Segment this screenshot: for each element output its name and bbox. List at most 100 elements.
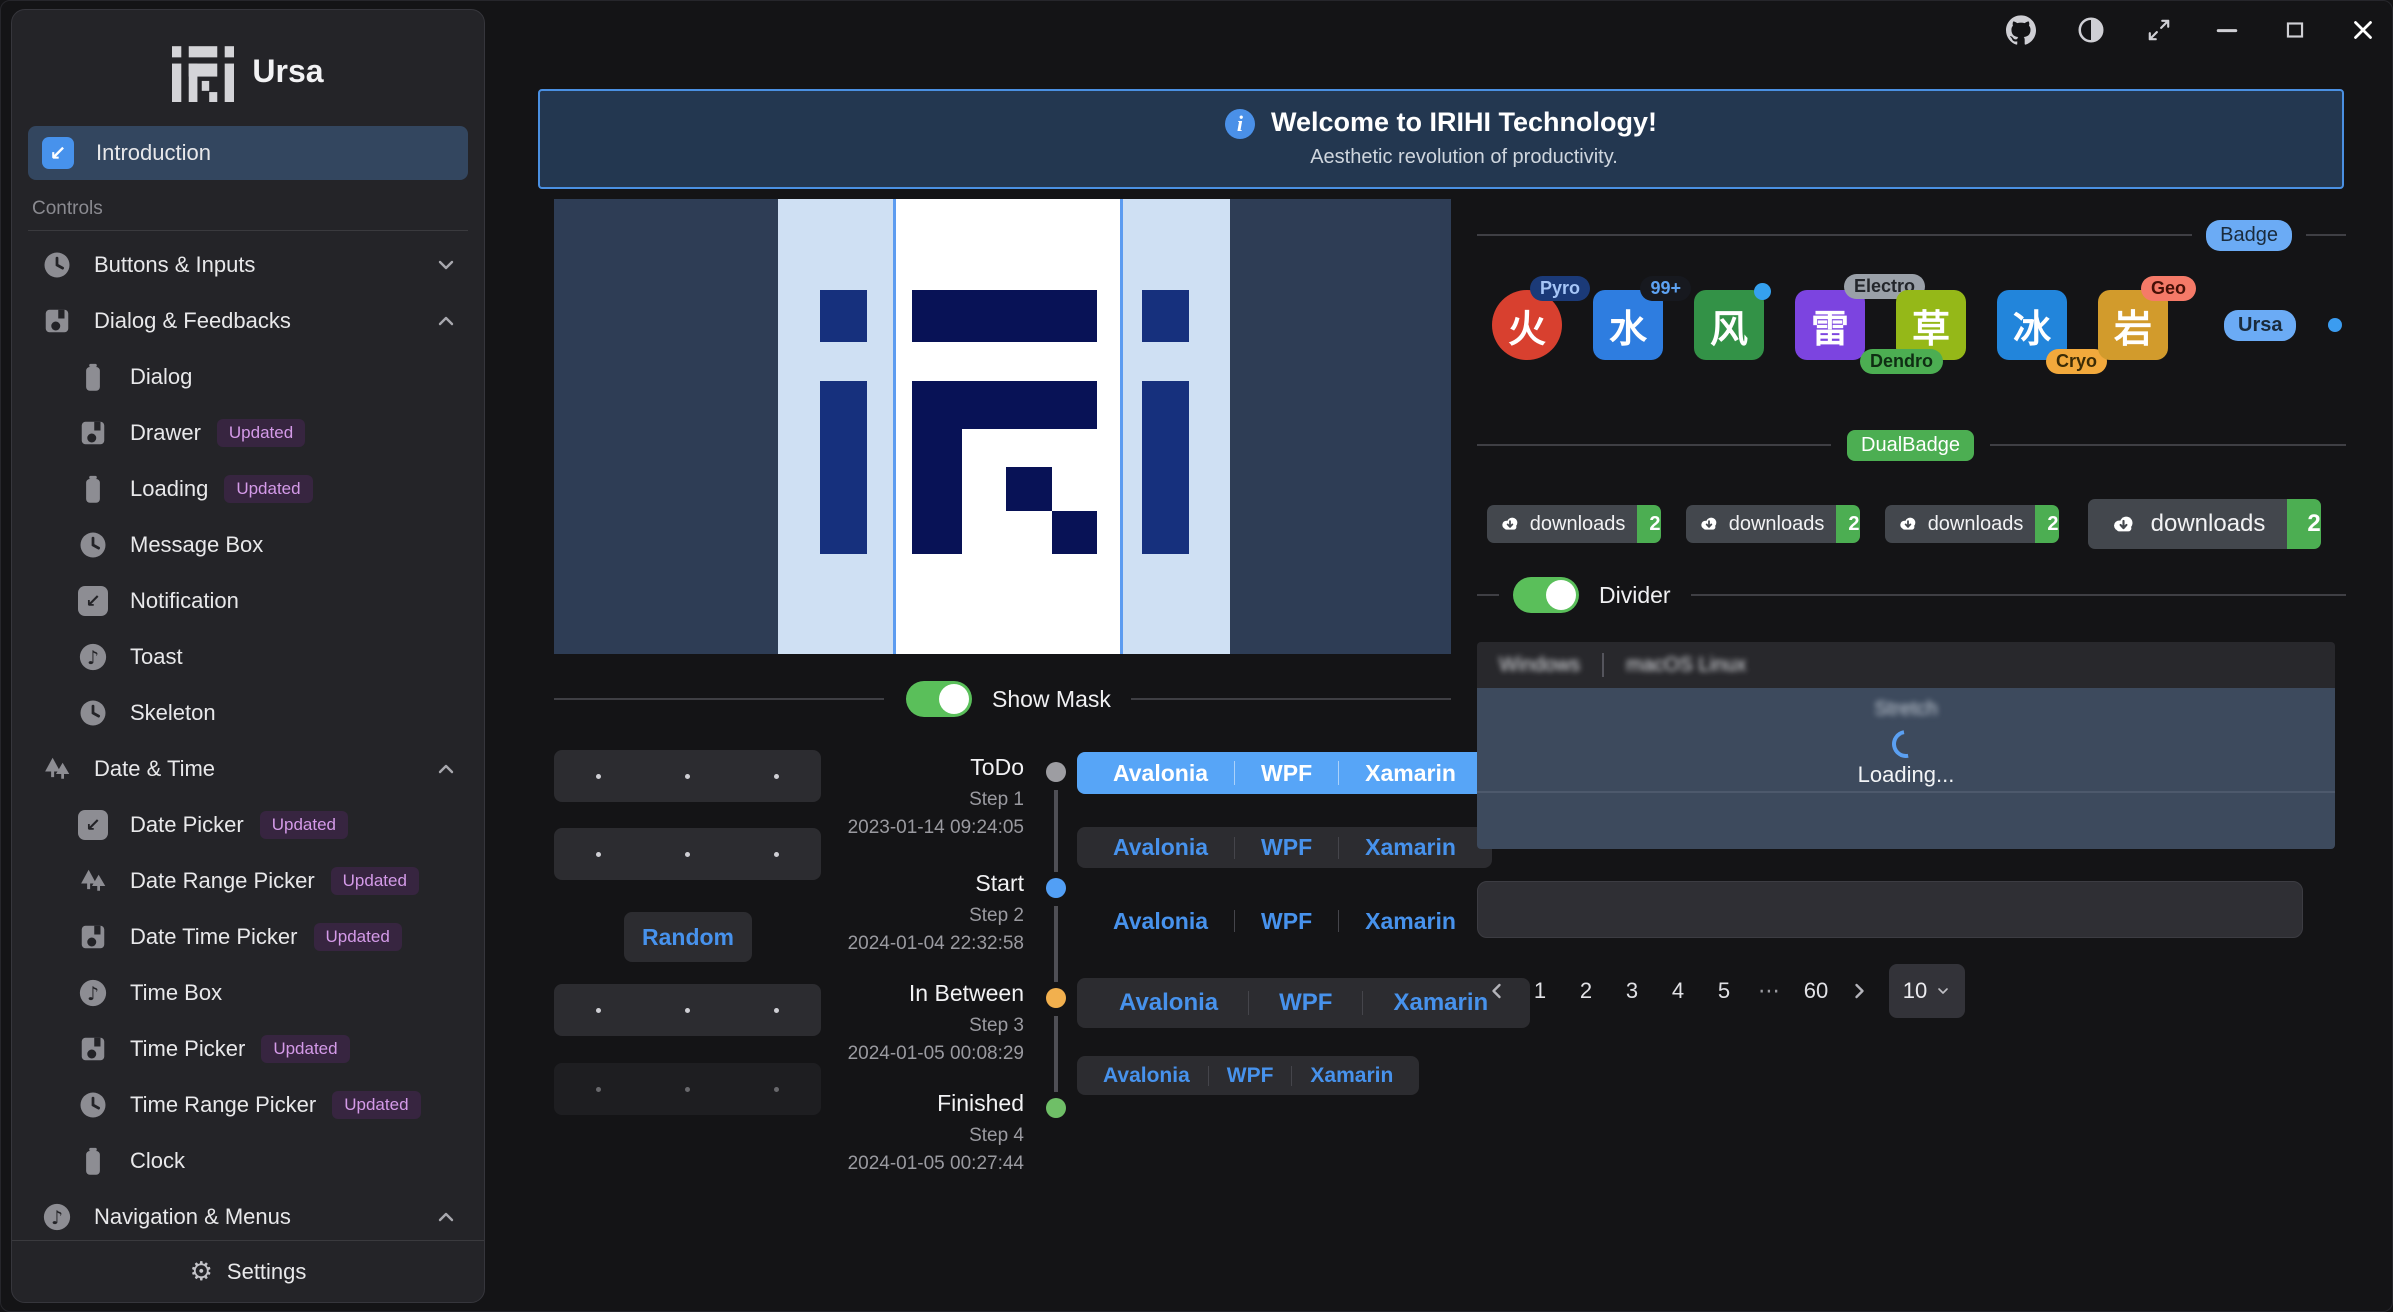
option-wpf[interactable]: WPF bbox=[1249, 989, 1362, 1017]
element-chip-cryo: 冰 Cryo bbox=[1997, 290, 2067, 360]
option-avalonia[interactable]: Avalonia bbox=[1087, 834, 1234, 861]
time-box-input[interactable] bbox=[554, 750, 821, 802]
show-mask-label: Show Mask bbox=[992, 686, 1111, 713]
divider bbox=[1477, 594, 1499, 596]
sidebar-item-date-picker[interactable]: ↙ Date Picker Updated bbox=[28, 797, 468, 853]
time-box-input[interactable] bbox=[554, 984, 821, 1036]
option-avalonia[interactable]: Avalonia bbox=[1085, 1064, 1208, 1088]
sidebar: Ursa ↙ Introduction Controls Buttons & I… bbox=[11, 9, 485, 1303]
option-avalonia[interactable]: Avalonia bbox=[1089, 989, 1248, 1017]
github-icon[interactable] bbox=[2006, 15, 2036, 45]
option-xamarin[interactable]: Xamarin bbox=[1339, 908, 1482, 935]
option-xamarin[interactable]: Xamarin bbox=[1339, 834, 1482, 861]
option-avalonia[interactable]: Avalonia bbox=[1087, 760, 1234, 787]
option-wpf[interactable]: WPF bbox=[1209, 1064, 1292, 1088]
sidebar-item-notification[interactable]: ↙ Notification bbox=[28, 573, 468, 629]
sidebar-item-date-range-picker[interactable]: Date Range Picker Updated bbox=[28, 853, 468, 909]
show-mask-row: Show Mask bbox=[554, 677, 1451, 721]
maximize-button[interactable] bbox=[2282, 17, 2308, 43]
logo-block bbox=[912, 381, 962, 554]
show-mask-toggle[interactable] bbox=[906, 681, 972, 717]
time-box-input[interactable] bbox=[554, 828, 821, 880]
sidebar-item-introduction[interactable]: ↙ Introduction bbox=[28, 126, 468, 180]
divider bbox=[554, 698, 884, 700]
divider bbox=[1477, 444, 1831, 446]
tab-windows[interactable]: Windows bbox=[1477, 654, 1602, 677]
page-ellipsis[interactable]: ⋯ bbox=[1747, 978, 1793, 1004]
timeline-connector bbox=[1054, 906, 1058, 982]
battery-icon bbox=[78, 362, 108, 392]
timeline-step-title: In BetweenStep 32024-01-05 00:08:29 bbox=[822, 980, 1024, 1065]
sidebar-item-dialog[interactable]: Dialog bbox=[28, 349, 468, 405]
theme-toggle-icon[interactable] bbox=[2076, 15, 2106, 45]
sidebar-item-label: Introduction bbox=[96, 140, 211, 166]
sidebar-item-toast[interactable]: Toast bbox=[28, 629, 468, 685]
pagination: 1 2 3 4 5 ⋯ 60 10 bbox=[1477, 961, 2346, 1021]
logo-block bbox=[820, 381, 868, 554]
option-wpf[interactable]: WPF bbox=[1235, 760, 1338, 787]
trees-icon bbox=[42, 754, 72, 784]
sidebar-item-time-range-picker[interactable]: Time Range Picker Updated bbox=[28, 1077, 468, 1133]
option-avalonia[interactable]: Avalonia bbox=[1087, 908, 1234, 935]
updated-badge: Updated bbox=[217, 419, 305, 447]
time-box-input-disabled bbox=[554, 1063, 821, 1115]
empty-text-input[interactable] bbox=[1477, 881, 2303, 938]
music-note-icon bbox=[78, 978, 108, 1008]
option-wpf[interactable]: WPF bbox=[1235, 834, 1338, 861]
clock-icon bbox=[42, 250, 72, 280]
banner-title: Welcome to IRIHI Technology! bbox=[1271, 107, 1657, 138]
battery-icon bbox=[78, 1146, 108, 1176]
sidebar-item-navigation-menus[interactable]: Navigation & Menus bbox=[28, 1189, 468, 1240]
logo-block bbox=[1142, 290, 1189, 342]
tab-macos-linux[interactable]: macOS Linux bbox=[1604, 654, 1768, 677]
page-button-1[interactable]: 1 bbox=[1517, 978, 1563, 1004]
page-button-last[interactable]: 60 bbox=[1793, 978, 1839, 1004]
page-size-select[interactable]: 10 bbox=[1889, 964, 1965, 1018]
element-chip-geo: 岩 Geo bbox=[2098, 290, 2168, 360]
close-button[interactable] bbox=[2348, 15, 2378, 45]
logo-block bbox=[1006, 467, 1052, 510]
sidebar-item-drawer[interactable]: Drawer Updated bbox=[28, 405, 468, 461]
page-button-2[interactable]: 2 bbox=[1563, 978, 1609, 1004]
sidebar-item-dialog-feedbacks[interactable]: Dialog & Feedbacks bbox=[28, 293, 468, 349]
page-button-4[interactable]: 4 bbox=[1655, 978, 1701, 1004]
chevron-down-icon bbox=[434, 253, 458, 277]
page-button-3[interactable]: 3 bbox=[1609, 978, 1655, 1004]
option-xamarin[interactable]: Xamarin bbox=[1339, 760, 1482, 787]
minimize-button[interactable] bbox=[2212, 15, 2242, 45]
element-chip-dendro: 草 Dendro bbox=[1896, 290, 1966, 360]
divider-toggle[interactable] bbox=[1513, 577, 1579, 613]
downloads-badge: downloads 2.4k bbox=[1487, 505, 1661, 543]
option-wpf[interactable]: WPF bbox=[1235, 908, 1338, 935]
divider bbox=[1990, 444, 2346, 446]
divider bbox=[2306, 234, 2346, 236]
page-button-5[interactable]: 5 bbox=[1701, 978, 1747, 1004]
page-size-value: 10 bbox=[1903, 978, 1927, 1004]
chevron-up-icon bbox=[434, 309, 458, 333]
sidebar-item-loading[interactable]: Loading Updated bbox=[28, 461, 468, 517]
settings-button[interactable]: ⚙ Settings bbox=[12, 1240, 484, 1302]
random-button[interactable]: Random bbox=[624, 912, 752, 962]
download-badges-row: downloads 2.4k downloads 2.4k downloads … bbox=[1477, 493, 2346, 555]
badge-dendro: Dendro bbox=[1860, 349, 1943, 374]
sidebar-item-date-time-picker[interactable]: Date Time Picker Updated bbox=[28, 909, 468, 965]
clock-icon bbox=[78, 530, 108, 560]
option-xamarin[interactable]: Xamarin bbox=[1292, 1064, 1411, 1088]
prev-page-button[interactable] bbox=[1477, 979, 1517, 1003]
sidebar-item-date-time[interactable]: Date & Time bbox=[28, 741, 468, 797]
next-page-button[interactable] bbox=[1839, 979, 1879, 1003]
badge-dot bbox=[1754, 283, 1771, 300]
sidebar-item-skeleton[interactable]: Skeleton bbox=[28, 685, 468, 741]
sidebar-item-time-picker[interactable]: Time Picker Updated bbox=[28, 1021, 468, 1077]
tab-content-loading: Stretch Loading... bbox=[1477, 688, 2335, 849]
updated-badge: Updated bbox=[224, 475, 312, 503]
sidebar-item-message-box[interactable]: Message Box bbox=[28, 517, 468, 573]
sidebar-item-time-box[interactable]: Time Box bbox=[28, 965, 468, 1021]
sidebar-scroll-area[interactable]: Ursa ↙ Introduction Controls Buttons & I… bbox=[12, 10, 484, 1240]
badge-demo-row: 火 Pyro 水 99+ 风 雷 Electro 草 Dendro 冰 Cryo… bbox=[1477, 269, 2346, 381]
fullscreen-icon[interactable] bbox=[2146, 17, 2172, 43]
sidebar-item-clock[interactable]: Clock bbox=[28, 1133, 468, 1189]
loading-spinner-icon bbox=[1887, 725, 1926, 764]
sidebar-item-buttons-inputs[interactable]: Buttons & Inputs bbox=[28, 237, 468, 293]
info-icon: i bbox=[1225, 109, 1255, 139]
